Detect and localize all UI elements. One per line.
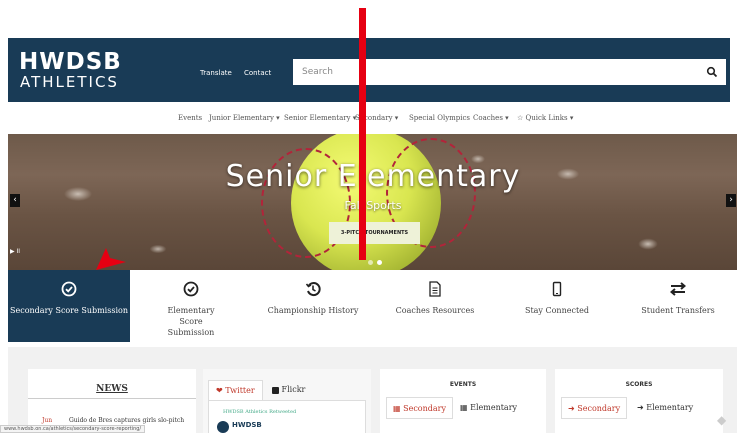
quick-link-label: Elementary Score Submission: [167, 306, 215, 337]
nav-special-olympics[interactable]: Special Olympics: [409, 114, 470, 123]
history-icon: [305, 282, 321, 297]
tweet-user[interactable]: HWDSB: [232, 421, 262, 429]
search-placeholder: Search: [302, 67, 333, 77]
exchange-icon: [670, 282, 686, 296]
content-area: NEWS Jun Guido de Bres captures girls sl…: [8, 347, 737, 433]
championship-history[interactable]: Championship History: [252, 270, 374, 342]
prev-slide-button[interactable]: ‹: [10, 194, 20, 207]
coaches-resources[interactable]: Coaches Resources: [374, 270, 496, 342]
mobile-icon: [552, 281, 562, 297]
quick-link-label: Stay Connected: [524, 306, 590, 315]
document-icon: [429, 281, 441, 297]
quick-link-label: Student Transfers: [641, 306, 715, 315]
scores-tab-elementary[interactable]: ➜ Elementary: [631, 397, 699, 419]
quick-link-label: Championship History: [267, 306, 359, 315]
secondary-score-submission[interactable]: Secondary Score Submission: [8, 270, 130, 342]
translate-link[interactable]: Translate: [200, 69, 232, 77]
nav-coaches[interactable]: Coaches ▾: [473, 114, 509, 123]
elementary-score-submission[interactable]: Elementary Score Submission: [130, 270, 252, 342]
logo-subtitle[interactable]: ATHLETICS: [20, 74, 119, 90]
scores-title: SCORES: [625, 381, 653, 388]
contact-link[interactable]: Contact: [244, 69, 271, 77]
slide-dots: [368, 250, 386, 269]
annotation-arrow-icon: [96, 248, 126, 270]
tab-twitter-label: Twitter: [225, 386, 255, 395]
scores-tab-secondary[interactable]: ➜ Secondary: [561, 397, 628, 419]
nav-junior-elementary[interactable]: Junior Elementary ▾: [209, 114, 280, 123]
divider: [28, 398, 196, 399]
scores-panel: SCORES ➜ Secondary ➜ Elementary: [555, 369, 723, 433]
news-headline[interactable]: Guido de Bres captures girls slo-pitch: [69, 417, 184, 424]
tournaments-button[interactable]: 3-PITCH TOURNAMENTS: [329, 222, 420, 244]
nav-senior-elementary[interactable]: Senior Elementary ▾: [284, 114, 356, 123]
news-panel: NEWS Jun Guido de Bres captures girls sl…: [28, 369, 196, 433]
tab-twitter[interactable]: ❤ Twitter: [208, 380, 263, 400]
tab-flickr-label: Flickr: [281, 385, 306, 394]
hero-title: Senior Elementary: [225, 159, 521, 194]
search-input[interactable]: Search: [293, 59, 726, 85]
annotation-bar: [359, 8, 366, 260]
scores-tab-label: Elementary: [646, 403, 694, 412]
status-bar-url: www.hwdsb.on.ca/athletics/secondary-scor…: [0, 425, 146, 433]
retweet-label: HWDSB Athletics Retweeted: [223, 409, 297, 415]
events-panel: EVENTS ▦ Secondary ▦ Elementary: [380, 369, 546, 433]
check-circle-icon: [61, 281, 77, 297]
pause-icon[interactable]: ▶ II: [10, 248, 20, 256]
quick-link-label: Coaches Resources: [395, 306, 475, 315]
main-nav: Events Junior Elementary ▾ Senior Elemen…: [0, 112, 737, 126]
logo-title[interactable]: HWDSB: [19, 51, 122, 74]
scores-tab-label: Secondary: [577, 404, 621, 413]
events-tab-label: Secondary: [403, 404, 447, 413]
calendar-icon: ▦: [460, 403, 468, 412]
check-circle-icon: [183, 281, 199, 297]
social-panel: ❤ Twitter Flickr HWDSB Athletics Retweet…: [203, 369, 371, 433]
site-header: HWDSB ATHLETICS Translate Contact Search: [8, 38, 730, 102]
nav-quick-links[interactable]: ☆ Quick Links ▾: [517, 114, 573, 123]
slide-dot[interactable]: [368, 260, 373, 265]
arrow-right-icon: ➜: [637, 403, 644, 412]
tab-flickr[interactable]: Flickr: [265, 380, 312, 400]
twitter-icon: ❤: [216, 386, 223, 395]
events-tab-elementary[interactable]: ▦ Elementary: [454, 397, 523, 419]
flickr-icon: [272, 386, 279, 394]
stay-connected[interactable]: Stay Connected: [496, 270, 618, 342]
calendar-icon: ▦: [393, 404, 401, 413]
events-tab-secondary[interactable]: ▦ Secondary: [386, 397, 454, 419]
twitter-feed: HWDSB Athletics Retweeted HWDSB: [208, 400, 366, 433]
quick-links-bar: Secondary Score Submission Elementary Sc…: [8, 270, 737, 342]
quick-link-label: Secondary Score Submission: [10, 306, 128, 315]
slide-dot-active[interactable]: [377, 260, 382, 265]
avatar: [217, 421, 229, 433]
scroll-up-icon[interactable]: ◆: [717, 413, 731, 427]
search-icon[interactable]: [706, 66, 718, 78]
nav-events[interactable]: Events: [178, 114, 202, 123]
news-title[interactable]: NEWS: [28, 384, 196, 394]
next-slide-button[interactable]: ›: [726, 194, 736, 207]
hero-subtitle: Fall Sports: [344, 199, 402, 212]
events-title: EVENTS: [449, 381, 477, 388]
arrow-right-icon: ➜: [568, 404, 575, 413]
student-transfers[interactable]: Student Transfers: [618, 270, 737, 342]
news-date: Jun: [42, 417, 53, 424]
page: HWDSB ATHLETICS Translate Contact Search…: [0, 0, 737, 433]
events-tab-label: Elementary: [470, 403, 518, 412]
